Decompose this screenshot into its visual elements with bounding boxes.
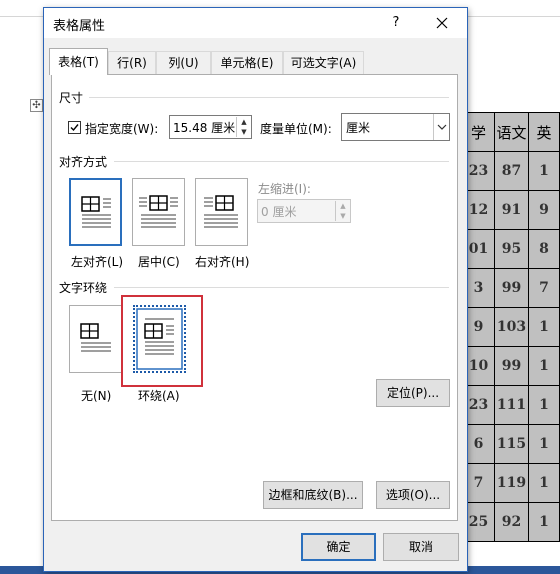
divider <box>114 161 449 162</box>
tab-panel <box>51 74 458 521</box>
no-wrap-icon <box>80 323 111 352</box>
chevron-down-icon[interactable] <box>433 114 449 140</box>
tab-alt-text[interactable]: 可选文字(A) <box>283 51 364 74</box>
annotation-highlight <box>121 295 203 387</box>
table-move-handle-icon[interactable]: ✣ <box>30 99 43 112</box>
table-cell: 语文 <box>493 112 530 152</box>
table-cell: 1 <box>528 151 560 191</box>
indent-spinner[interactable]: 0 厘米 ▲ ▼ <box>257 199 351 223</box>
alignment-section-heading: 对齐方式 <box>59 155 108 169</box>
table-row: 23 87 1 <box>462 151 560 191</box>
table-properties-dialog: 表格属性 ? 表格(T) 行(R) 列(U) 单元格(E) 可选文字(A) 尺寸… <box>43 7 468 572</box>
table-row: 12 91 9 <box>462 190 560 230</box>
align-center-label: 居中(C) <box>138 255 180 269</box>
spin-up-icon[interactable]: ▲ <box>236 117 251 127</box>
table-cell: 8 <box>528 229 560 269</box>
table-cell: 1 <box>528 346 560 386</box>
wrap-none-option[interactable] <box>69 305 122 373</box>
table-cell: 87 <box>493 151 530 191</box>
table-row: 25 92 1 <box>462 502 560 542</box>
table-right-icon <box>204 195 238 228</box>
table-cell: 1 <box>528 463 560 503</box>
document-table: 学 语文 英 23 87 1 12 91 9 01 95 8 3 99 7 9 103 1 10 99… <box>462 112 560 542</box>
table-left-icon <box>81 196 111 228</box>
unit-value: 厘米 <box>346 121 371 135</box>
table-cell: 91 <box>493 190 530 230</box>
wrapping-section-heading: 文字环绕 <box>59 281 108 295</box>
table-cell: 111 <box>493 385 530 425</box>
table-row: 10 99 1 <box>462 346 560 386</box>
align-right-option[interactable] <box>195 178 248 246</box>
dialog-title: 表格属性 <box>53 19 106 34</box>
table-cell: 92 <box>493 502 530 542</box>
help-button[interactable]: ? <box>384 12 408 34</box>
table-row: 9 103 1 <box>462 307 560 347</box>
spin-down-icon[interactable]: ▼ <box>236 127 251 137</box>
checkmark-icon <box>70 124 79 132</box>
table-cell: 英 <box>528 112 560 152</box>
align-left-option[interactable] <box>69 178 122 246</box>
unit-label: 度量单位(M): <box>260 122 332 136</box>
table-row: 3 99 7 <box>462 268 560 308</box>
wrap-around-label: 环绕(A) <box>138 389 180 403</box>
tab-column[interactable]: 列(U) <box>156 51 211 74</box>
table-cell: 99 <box>493 346 530 386</box>
table-cell: 1 <box>528 385 560 425</box>
dialog-titlebar: 表格属性 ? <box>44 8 467 38</box>
position-button[interactable]: 定位(P)... <box>376 379 450 407</box>
unit-select[interactable]: 厘米 <box>341 113 450 141</box>
table-center-icon <box>139 195 178 228</box>
align-center-option[interactable] <box>132 178 185 246</box>
table-cell: 99 <box>493 268 530 308</box>
table-row: 01 95 8 <box>462 229 560 269</box>
cancel-button[interactable]: 取消 <box>383 533 459 561</box>
table-cell: 1 <box>528 502 560 542</box>
table-cell: 1 <box>528 424 560 464</box>
table-row: 学 语文 英 <box>462 112 560 152</box>
tab-table[interactable]: 表格(T) <box>49 48 108 75</box>
spin-down-icon[interactable]: ▼ <box>335 211 350 221</box>
table-cell: 103 <box>493 307 530 347</box>
size-section-heading: 尺寸 <box>59 91 84 105</box>
tab-cell[interactable]: 单元格(E) <box>211 51 283 74</box>
indent-value: 0 厘米 <box>261 205 297 219</box>
divider <box>114 287 449 288</box>
wrap-none-label: 无(N) <box>81 389 112 403</box>
table-cell: 95 <box>493 229 530 269</box>
options-button[interactable]: 选项(O)... <box>376 481 450 509</box>
table-row: 7 119 1 <box>462 463 560 503</box>
width-spinner[interactable]: 15.48 厘米 ▲ ▼ <box>169 115 252 139</box>
spin-up-icon[interactable]: ▲ <box>335 201 350 211</box>
width-checkbox-label: 指定宽度(W): <box>85 122 159 136</box>
align-right-label: 右对齐(H) <box>195 255 250 269</box>
borders-shading-button[interactable]: 边框和底纹(B)... <box>263 481 363 509</box>
align-left-label: 左对齐(L) <box>71 255 124 269</box>
tab-row[interactable]: 行(R) <box>108 51 156 74</box>
close-icon <box>436 17 448 29</box>
table-row: 23 111 1 <box>462 385 560 425</box>
table-cell: 9 <box>528 190 560 230</box>
table-row: 6 115 1 <box>462 424 560 464</box>
table-cell: 7 <box>528 268 560 308</box>
close-button[interactable] <box>429 12 455 34</box>
table-cell: 1 <box>528 307 560 347</box>
indent-label: 左缩进(I): <box>258 182 311 196</box>
ok-button[interactable]: 确定 <box>301 533 376 561</box>
table-cell: 115 <box>493 424 530 464</box>
width-value: 15.48 厘米 <box>173 121 236 135</box>
table-cell: 119 <box>493 463 530 503</box>
width-checkbox[interactable] <box>68 121 81 134</box>
divider <box>89 97 449 98</box>
